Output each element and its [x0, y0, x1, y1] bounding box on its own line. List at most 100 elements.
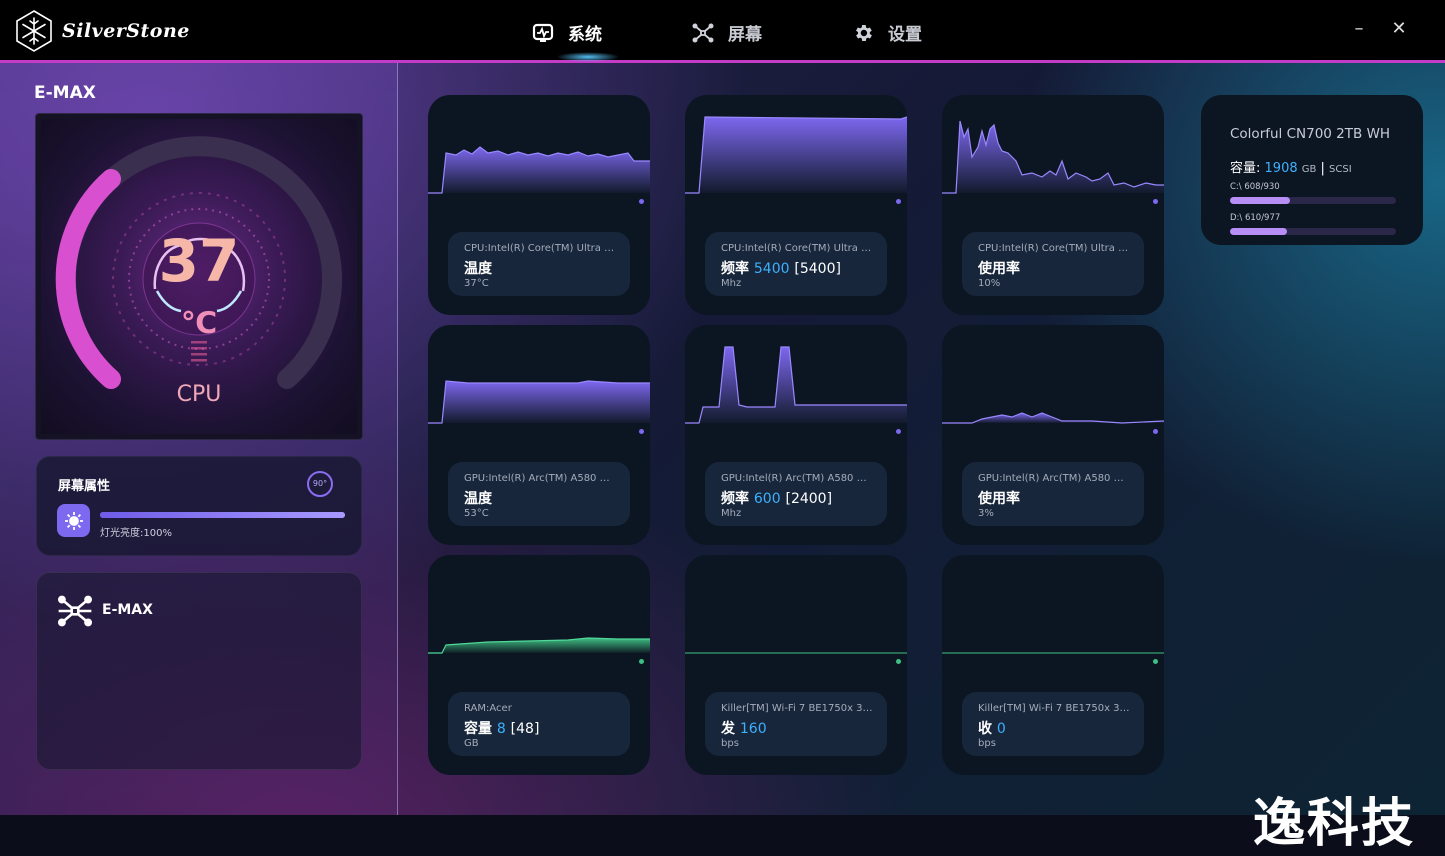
sensor-info: CPU:Intel(R) Core(TM) Ultra 7… 频率 5400 [… — [705, 232, 887, 296]
sensor-info: Killer[TM] Wi-Fi 7 BE1750x 320… 发 160 bp… — [705, 692, 887, 756]
brand-logo: SilverStone — [14, 9, 190, 53]
sensor-metric: 收 0 — [978, 718, 1006, 738]
sensor-source: GPU:Intel(R) Arc(TM) A580 Gra… — [978, 473, 1130, 484]
graph-end-marker — [639, 199, 644, 204]
disk-capacity-unit: GB — [1301, 164, 1317, 175]
sensor-info: CPU:Intel(R) Core(TM) Ultra 7… 使用率 10% — [962, 232, 1144, 296]
sensor-metric-label: 使用率 — [978, 491, 1020, 507]
close-button[interactable]: ✕ — [1388, 18, 1410, 40]
sensor-metric-label: 频率 — [721, 491, 749, 507]
rotate-screen-icon[interactable]: 90° — [307, 471, 333, 497]
sensor-graph — [942, 652, 1164, 654]
sensor-card-gpu-usage[interactable]: GPU:Intel(R) Arc(TM) A580 Gra… 使用率 3% — [942, 325, 1164, 545]
watermark-text: 逸科技 — [1253, 794, 1416, 854]
gauge-value: 37 — [158, 227, 240, 295]
screen-node-icon — [57, 593, 93, 633]
sensor-metric: 频率 5400 [5400] — [721, 258, 841, 278]
sensor-graph — [942, 120, 1164, 194]
sensor-metric-label: 温度 — [464, 261, 492, 277]
disk-card[interactable]: Colorful CN700 2TB WH 容量: 1908 GB | SCSI… — [1201, 95, 1423, 245]
active-tab-indicator — [556, 52, 620, 62]
disk-capacity-value: 1908 — [1264, 161, 1298, 176]
brightness-icon — [57, 504, 90, 537]
tab-screen[interactable]: 屏幕 — [692, 20, 762, 45]
disk-name: Colorful CN700 2TB WH — [1230, 126, 1391, 142]
snowflake-logo-icon — [16, 10, 52, 52]
sensor-card-ram[interactable]: RAM:Acer 容量 8 [48] GB — [428, 555, 650, 775]
partition-usage-fill — [1230, 228, 1287, 235]
tab-screen-label: 屏幕 — [728, 25, 762, 45]
sensor-reading: 10% — [978, 278, 1001, 289]
device-panel: E-MAX 37 ℃ CPU 屏幕属性 90° 灯光亮度:100% E-MAX — [0, 63, 398, 815]
sensor-metric: 温度 — [464, 258, 492, 278]
sensor-graph — [685, 116, 907, 194]
partition-label: C:\ 608/930 — [1230, 182, 1280, 192]
sensor-graph — [942, 412, 1164, 424]
partition-usage-bar — [1230, 228, 1396, 235]
sensor-metric: 发 160 — [721, 718, 767, 738]
graph-end-marker — [896, 199, 901, 204]
partition-usage-bar — [1230, 197, 1396, 204]
sensor-graph — [428, 146, 650, 194]
sensor-unit: Mhz — [721, 278, 742, 289]
graph-end-marker — [896, 429, 901, 434]
graph-end-marker — [896, 659, 901, 664]
sensor-value: 160 — [739, 721, 767, 737]
sensor-max: [5400] — [794, 261, 841, 277]
sensor-metric-label: 使用率 — [978, 261, 1020, 277]
sensor-metric-label: 发 — [721, 721, 735, 737]
sensor-metric: 频率 600 [2400] — [721, 488, 832, 508]
sensor-info: RAM:Acer 容量 8 [48] GB — [448, 692, 630, 756]
gauge-label: CPU — [176, 382, 222, 407]
sensor-card-cpu-freq[interactable]: CPU:Intel(R) Core(TM) Ultra 7… 频率 5400 [… — [685, 95, 907, 315]
sensor-value: 5400 — [753, 261, 790, 277]
graph-end-marker — [1153, 659, 1158, 664]
screen-properties-card: 屏幕属性 90° 灯光亮度:100% — [36, 456, 362, 556]
sensor-graph — [428, 380, 650, 424]
sensor-info: GPU:Intel(R) Arc(TM) A580 Gra… 频率 600 [2… — [705, 462, 887, 526]
graph-end-marker — [639, 659, 644, 664]
screen-properties-title: 屏幕属性 — [58, 479, 111, 494]
tab-settings[interactable]: 设置 — [852, 20, 922, 45]
tab-system[interactable]: 系统 — [532, 20, 602, 45]
brightness-slider-fill — [100, 512, 345, 518]
device-preview-label: E-MAX — [102, 602, 153, 618]
sensor-card-gpu-freq[interactable]: GPU:Intel(R) Arc(TM) A580 Gra… 频率 600 [2… — [685, 325, 907, 545]
sensor-source: CPU:Intel(R) Core(TM) Ultra 7… — [721, 243, 873, 254]
disk-capacity-label: 容量: — [1230, 161, 1261, 176]
disk-interface: SCSI — [1329, 164, 1352, 175]
disk-capacity: 容量: 1908 GB | SCSI — [1230, 157, 1352, 176]
sensor-card-gpu-temp[interactable]: GPU:Intel(R) Arc(TM) A580 Gra… 温度 53°C — [428, 325, 650, 545]
sensor-reading: 3% — [978, 508, 994, 519]
gauge-unit: ℃ — [180, 306, 218, 341]
sensor-metric: 温度 — [464, 488, 492, 508]
minimize-button[interactable]: – — [1348, 18, 1370, 40]
sensor-value: 0 — [996, 721, 1006, 737]
sensor-info: CPU:Intel(R) Core(TM) Ultra 7… 温度 37°C — [448, 232, 630, 296]
partition-usage-fill — [1230, 197, 1290, 204]
sensor-metric: 容量 8 [48] — [464, 718, 539, 738]
sensor-card-net-upload[interactable]: Killer[TM] Wi-Fi 7 BE1750x 320… 发 160 bp… — [685, 555, 907, 775]
graph-end-marker — [1153, 199, 1158, 204]
sensor-unit: bps — [721, 738, 739, 749]
sensor-source: Killer[TM] Wi-Fi 7 BE1750x 320… — [721, 703, 873, 714]
sensor-source: CPU:Intel(R) Core(TM) Ultra 7… — [464, 243, 616, 254]
cpu-temperature-gauge[interactable]: 37 ℃ CPU — [35, 113, 363, 440]
sensor-unit: bps — [978, 738, 996, 749]
disk-separator: | — [1320, 161, 1325, 176]
sensor-value: 8 — [496, 721, 506, 737]
brightness-slider[interactable] — [100, 512, 345, 518]
sensor-graph — [428, 637, 650, 654]
partition-label: D:\ 610/977 — [1230, 213, 1281, 223]
sensor-reading: 53°C — [464, 508, 489, 519]
sensor-info: GPU:Intel(R) Arc(TM) A580 Gra… 使用率 3% — [962, 462, 1144, 526]
brand-name: SilverStone — [62, 20, 190, 42]
sensor-source: CPU:Intel(R) Core(TM) Ultra 7… — [978, 243, 1130, 254]
sensor-graph — [685, 346, 907, 424]
sensor-card-cpu-usage[interactable]: CPU:Intel(R) Core(TM) Ultra 7… 使用率 10% — [942, 95, 1164, 315]
tab-settings-label: 设置 — [888, 25, 922, 45]
sensor-info: GPU:Intel(R) Arc(TM) A580 Gra… 温度 53°C — [448, 462, 630, 526]
device-preview-card[interactable]: E-MAX — [36, 572, 362, 770]
sensor-card-net-download[interactable]: Killer[TM] Wi-Fi 7 BE1750x 320… 收 0 bps — [942, 555, 1164, 775]
sensor-card-cpu-temp[interactable]: CPU:Intel(R) Core(TM) Ultra 7… 温度 37°C — [428, 95, 650, 315]
